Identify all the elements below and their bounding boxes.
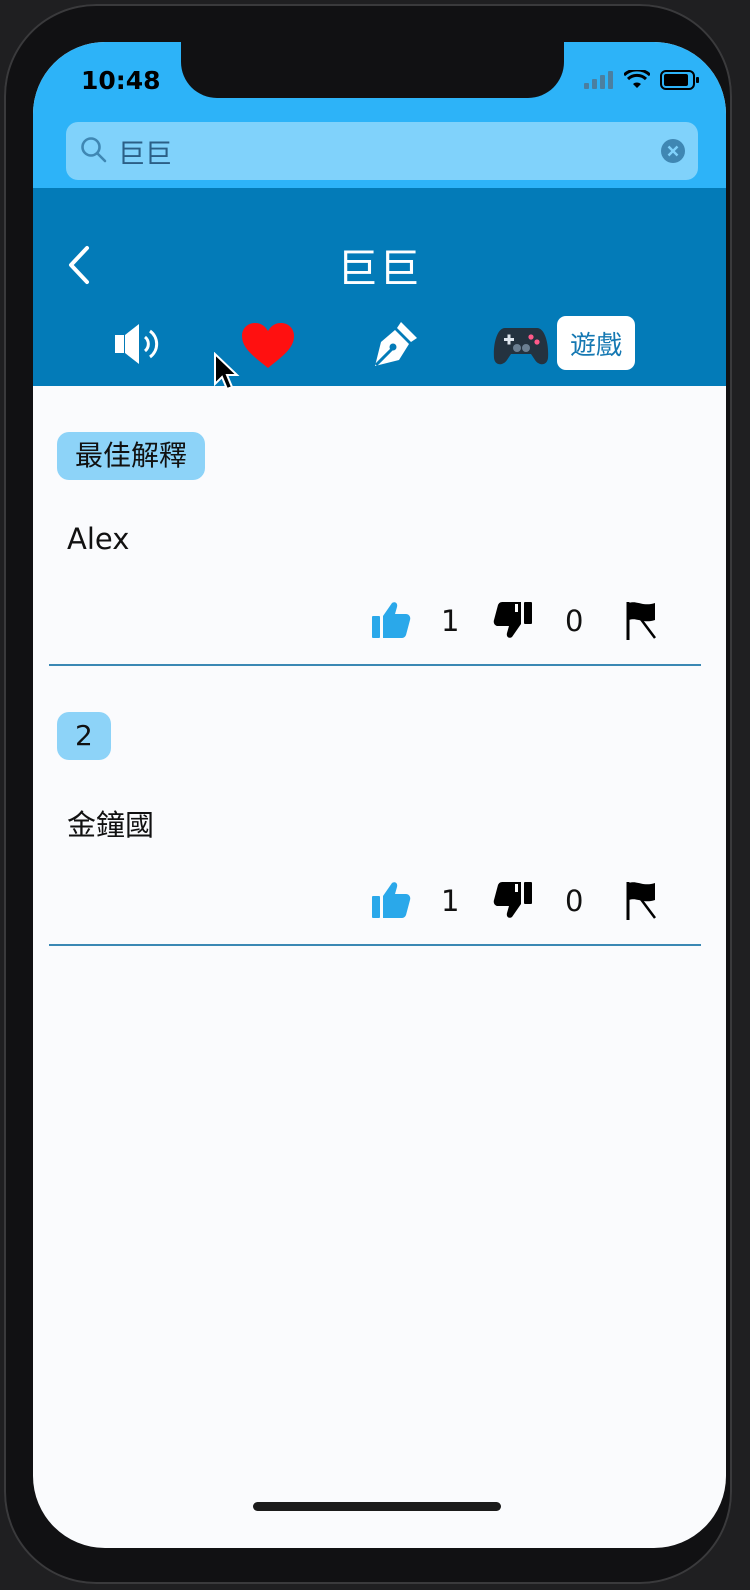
mouse-cursor-icon [214,352,240,391]
entry-actions: 1 0 [371,880,671,924]
like-count: 1 [441,604,460,638]
pen-nib-icon[interactable] [371,320,419,368]
speaker-icon[interactable] [113,320,165,368]
thumbs-down-icon[interactable] [493,880,533,920]
status-icons [584,70,700,90]
entry-text: Alex [67,522,130,556]
wifi-icon [624,70,650,88]
games-button[interactable]: 遊戲 [557,316,635,370]
thumbs-up-icon[interactable] [371,600,411,640]
screen: 10:48 巨巨 巨巨 遊戲 最佳解釋 Alex 1 0 2 金鐘國 1 0 [33,42,726,1548]
entry-tag: 最佳解釋 [57,432,206,480]
signal-icon [584,71,613,89]
clear-icon[interactable] [660,138,686,164]
home-indicator[interactable] [253,1502,501,1511]
header: 巨巨 遊戲 [33,188,726,386]
thumbs-down-icon[interactable] [493,600,533,640]
battery-icon [660,70,699,90]
thumbs-up-icon[interactable] [371,880,411,920]
list-item: 最佳解釋 Alex 1 0 [49,386,701,666]
page-title: 巨巨 [337,246,422,292]
game-controller-icon[interactable] [493,324,549,368]
heart-icon[interactable] [241,322,295,370]
search-query: 巨巨 [118,139,172,170]
search-icon [81,137,107,163]
entry-tag: 2 [57,712,111,760]
dislike-count: 0 [565,884,584,918]
flag-icon[interactable] [625,880,659,922]
list-item: 2 金鐘國 1 0 [49,666,701,946]
flag-icon[interactable] [625,600,659,642]
notch [181,42,564,98]
entry-actions: 1 0 [371,600,671,644]
search-input[interactable]: 巨巨 [66,122,698,180]
entry-text: 金鐘國 [67,808,155,842]
phone-frame: 10:48 巨巨 巨巨 遊戲 最佳解釋 Alex 1 0 2 金鐘國 1 0 [4,4,732,1584]
like-count: 1 [441,884,460,918]
dislike-count: 0 [565,604,584,638]
status-time: 10:48 [81,66,161,95]
